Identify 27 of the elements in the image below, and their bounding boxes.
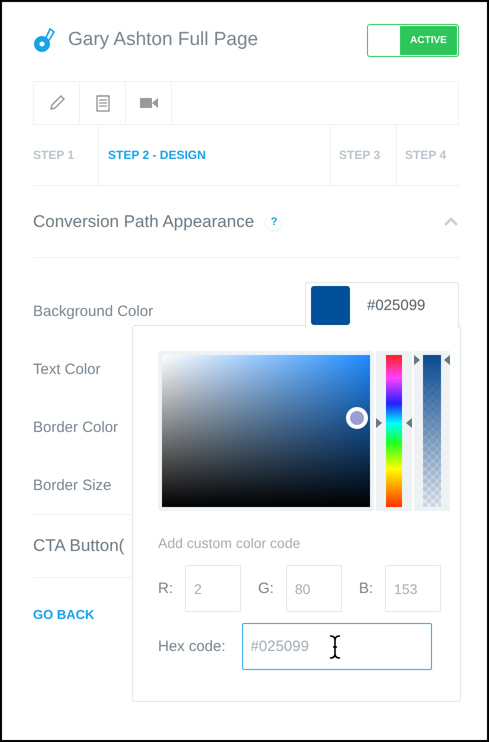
hex-input[interactable]: #025099 (242, 623, 432, 670)
text-cursor-icon (328, 635, 341, 659)
picker-handle[interactable] (346, 407, 368, 429)
field-label: Border Color (33, 418, 118, 436)
hex-label: Hex code: (158, 638, 226, 655)
page-title: Gary Ashton Full Page (68, 29, 260, 51)
channel-label: G: (258, 580, 274, 597)
channel-input[interactable]: 153 (385, 565, 442, 612)
step-tab[interactable]: STEP 1 (33, 125, 99, 185)
channel-label: R: (158, 580, 173, 597)
channel-label: B: (358, 580, 374, 597)
section-title: CTA Button( (33, 536, 124, 556)
go-back-link[interactable]: GO BACK (33, 607, 94, 622)
slider-handle[interactable] (414, 355, 450, 365)
active-toggle[interactable]: ACTIVE (367, 24, 459, 56)
color-value: #025099 (367, 297, 426, 314)
field-label: Border Size (33, 476, 112, 494)
field-label: Background Color (33, 302, 154, 320)
field-label: Text Color (33, 360, 101, 378)
color-gradient-area[interactable] (162, 355, 370, 507)
section-title: Conversion Path Appearance (33, 212, 254, 232)
guitar-pick-icon (33, 27, 57, 53)
help-badge[interactable]: ? (266, 214, 282, 230)
channel-input[interactable]: 80 (286, 565, 342, 612)
color-select[interactable]: #025099 (305, 282, 459, 328)
channel-input[interactable]: 2 (185, 565, 241, 612)
custom-code-label: Add custom color code (158, 535, 302, 551)
